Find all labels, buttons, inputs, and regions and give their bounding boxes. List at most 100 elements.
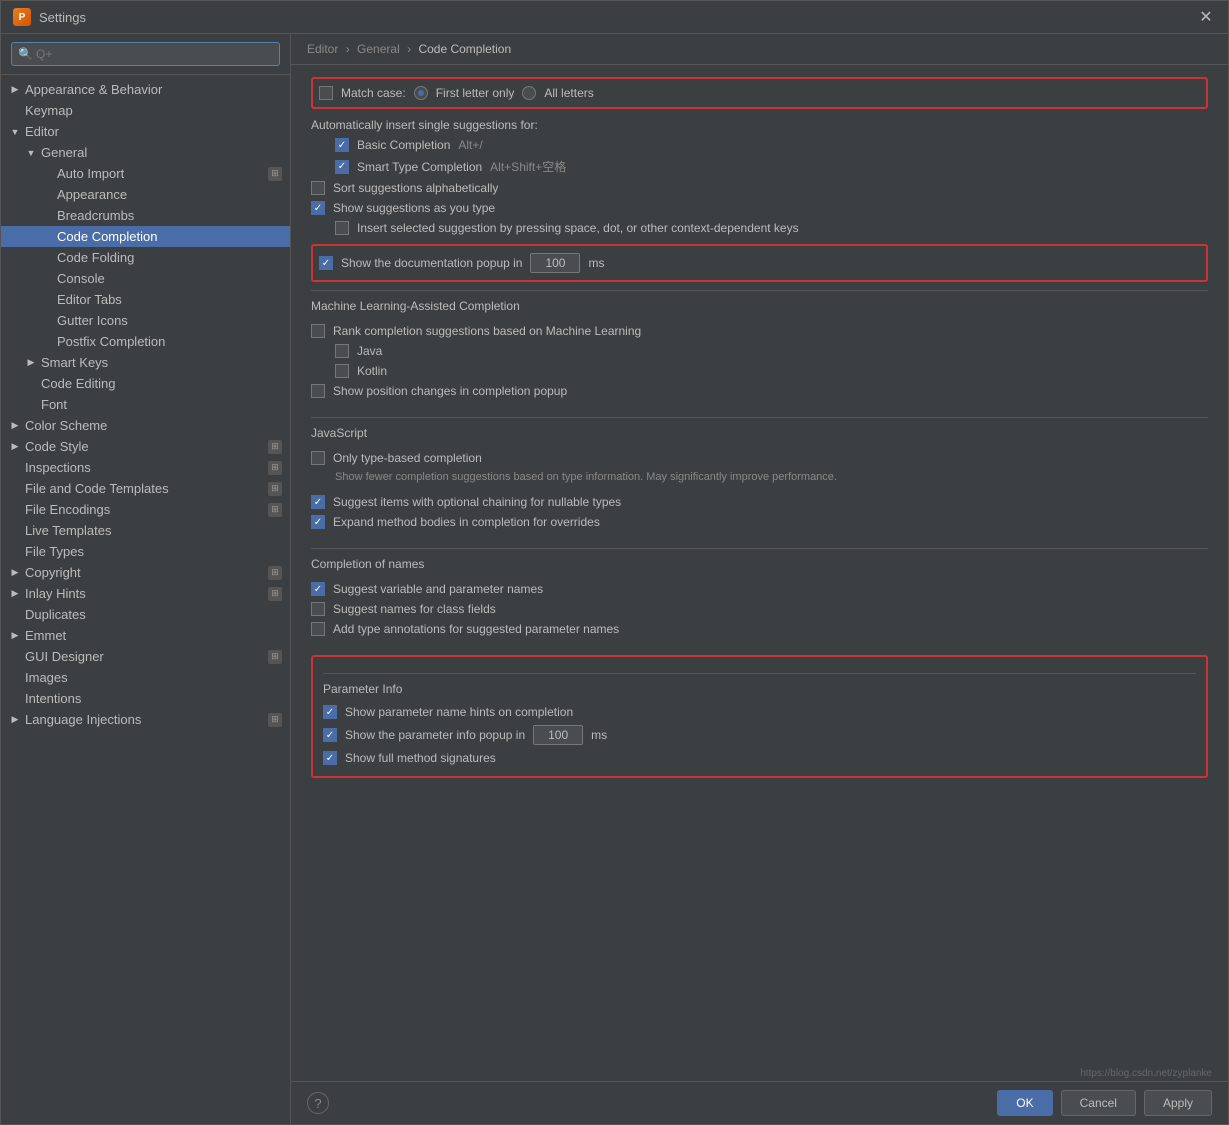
auto-insert-header: Automatically insert single suggestions … bbox=[311, 118, 538, 132]
ml-java-checkbox[interactable] bbox=[335, 344, 349, 358]
suggest-class-fields-checkbox[interactable] bbox=[311, 602, 325, 616]
match-case-row: Match case: First letter only All letter… bbox=[319, 83, 1200, 103]
suggest-class-fields-label: Suggest names for class fields bbox=[333, 602, 496, 616]
sidebar-item-keymap[interactable]: Keymap bbox=[1, 100, 290, 121]
sidebar-item-file-code-templates[interactable]: File and Code Templates ⊞ bbox=[1, 478, 290, 499]
smart-type-checkbox[interactable] bbox=[335, 160, 349, 174]
basic-completion-row: Basic Completion Alt+/ bbox=[311, 135, 1208, 155]
sidebar-item-breadcrumbs[interactable]: Breadcrumbs bbox=[1, 205, 290, 226]
badge-icon: ⊞ bbox=[268, 461, 282, 475]
badge-icon: ⊞ bbox=[268, 566, 282, 580]
insert-selected-row: Insert selected suggestion by pressing s… bbox=[311, 218, 1208, 238]
add-type-annotations-checkbox[interactable] bbox=[311, 622, 325, 636]
js-expand-method-checkbox[interactable] bbox=[311, 515, 325, 529]
sidebar-item-emmet[interactable]: ▶ Emmet bbox=[1, 625, 290, 646]
apply-button[interactable]: Apply bbox=[1144, 1090, 1212, 1116]
dialog-title: Settings bbox=[39, 10, 86, 25]
sidebar-item-inlay-hints[interactable]: ▶ Inlay Hints ⊞ bbox=[1, 583, 290, 604]
suggest-var-checkbox[interactable] bbox=[311, 582, 325, 596]
first-letter-radio[interactable] bbox=[414, 86, 428, 100]
sidebar-item-general[interactable]: ▼ General bbox=[1, 142, 290, 163]
badge-icon: ⊞ bbox=[268, 440, 282, 454]
sidebar-item-code-style[interactable]: ▶ Code Style ⊞ bbox=[1, 436, 290, 457]
arrow-icon: ▶ bbox=[9, 630, 21, 641]
sidebar-item-live-templates[interactable]: Live Templates bbox=[1, 520, 290, 541]
ml-position-checkbox[interactable] bbox=[311, 384, 325, 398]
sidebar-item-editor[interactable]: ▼ Editor bbox=[1, 121, 290, 142]
show-hints-checkbox[interactable] bbox=[323, 705, 337, 719]
ok-button[interactable]: OK bbox=[997, 1090, 1052, 1116]
ml-position-label: Show position changes in completion popu… bbox=[333, 384, 567, 398]
sidebar-item-console[interactable]: Console bbox=[1, 268, 290, 289]
ml-section: Machine Learning-Assisted Completion Ran… bbox=[311, 299, 1208, 401]
sidebar-item-gui-designer[interactable]: GUI Designer ⊞ bbox=[1, 646, 290, 667]
breadcrumb: Editor › General › Code Completion bbox=[291, 34, 1228, 65]
sort-alpha-checkbox[interactable] bbox=[311, 181, 325, 195]
settings-dialog: P Settings ✕ 🔍 ▶ Appearance & Behavior bbox=[0, 0, 1229, 1125]
basic-completion-shortcut: Alt+/ bbox=[458, 138, 482, 152]
content-area: Match case: First letter only All letter… bbox=[291, 65, 1228, 1062]
sidebar-item-smart-keys[interactable]: ▶ Smart Keys bbox=[1, 352, 290, 373]
cancel-button[interactable]: Cancel bbox=[1061, 1090, 1136, 1116]
sidebar-item-appearance[interactable]: Appearance bbox=[1, 184, 290, 205]
basic-completion-checkbox[interactable] bbox=[335, 138, 349, 152]
sidebar-item-duplicates[interactable]: Duplicates bbox=[1, 604, 290, 625]
ml-kotlin-checkbox[interactable] bbox=[335, 364, 349, 378]
sidebar-item-code-editing[interactable]: Code Editing bbox=[1, 373, 290, 394]
ml-rank-checkbox[interactable] bbox=[311, 324, 325, 338]
show-doc-popup-input[interactable] bbox=[530, 253, 580, 273]
sidebar-item-auto-import[interactable]: Auto Import ⊞ bbox=[1, 163, 290, 184]
search-box: 🔍 bbox=[1, 34, 290, 75]
sidebar-item-gutter-icons[interactable]: Gutter Icons bbox=[1, 310, 290, 331]
app-icon: P bbox=[13, 8, 31, 26]
breadcrumb-current: Code Completion bbox=[418, 42, 511, 56]
close-button[interactable]: ✕ bbox=[1196, 7, 1216, 27]
sidebar-item-language-injections[interactable]: ▶ Language Injections ⊞ bbox=[1, 709, 290, 730]
sidebar-item-code-completion[interactable]: Code Completion bbox=[1, 226, 290, 247]
sidebar-label: Gutter Icons bbox=[57, 313, 128, 328]
sidebar-item-appearance-behavior[interactable]: ▶ Appearance & Behavior bbox=[1, 79, 290, 100]
sidebar-item-editor-tabs[interactable]: Editor Tabs bbox=[1, 289, 290, 310]
sidebar-label: Auto Import bbox=[57, 166, 124, 181]
js-optional-chaining-checkbox[interactable] bbox=[311, 495, 325, 509]
sidebar-item-postfix-completion[interactable]: Postfix Completion bbox=[1, 331, 290, 352]
suggest-class-fields-row: Suggest names for class fields bbox=[311, 599, 1208, 619]
sidebar-item-intentions[interactable]: Intentions bbox=[1, 688, 290, 709]
all-letters-radio[interactable] bbox=[522, 86, 536, 100]
title-bar: P Settings ✕ bbox=[1, 1, 1228, 34]
show-popup-checkbox[interactable] bbox=[323, 728, 337, 742]
show-suggestions-checkbox[interactable] bbox=[311, 201, 325, 215]
help-button[interactable]: ? bbox=[307, 1092, 329, 1114]
ml-rank-label: Rank completion suggestions based on Mac… bbox=[333, 324, 641, 338]
watermark-text: https://blog.csdn.net/zyplanke bbox=[1072, 1066, 1220, 1081]
ml-rank-row: Rank completion suggestions based on Mac… bbox=[311, 321, 1208, 341]
first-letter-label: First letter only bbox=[436, 86, 515, 100]
sidebar-item-images[interactable]: Images bbox=[1, 667, 290, 688]
sidebar-item-file-types[interactable]: File Types bbox=[1, 541, 290, 562]
sidebar-item-color-scheme[interactable]: ▶ Color Scheme bbox=[1, 415, 290, 436]
parameter-info-section: Parameter Info Show parameter name hints… bbox=[311, 655, 1208, 778]
sidebar-item-file-encodings[interactable]: File Encodings ⊞ bbox=[1, 499, 290, 520]
show-popup-row: Show the parameter info popup in ms bbox=[323, 722, 1196, 748]
arrow-icon: ▶ bbox=[9, 441, 21, 452]
show-popup-input[interactable] bbox=[533, 725, 583, 745]
show-full-sig-checkbox[interactable] bbox=[323, 751, 337, 765]
sidebar-item-copyright[interactable]: ▶ Copyright ⊞ bbox=[1, 562, 290, 583]
sidebar-label: Live Templates bbox=[25, 523, 111, 538]
sidebar-item-code-folding[interactable]: Code Folding bbox=[1, 247, 290, 268]
insert-selected-checkbox[interactable] bbox=[335, 221, 349, 235]
smart-type-shortcut: Alt+Shift+空格 bbox=[490, 158, 566, 175]
js-type-based-desc-row: Show fewer completion suggestions based … bbox=[311, 468, 1208, 486]
search-input[interactable] bbox=[11, 42, 280, 66]
show-doc-popup-label: Show the documentation popup in bbox=[341, 256, 522, 270]
js-type-based-checkbox[interactable] bbox=[311, 451, 325, 465]
sidebar-label: Code Folding bbox=[57, 250, 134, 265]
match-case-checkbox[interactable] bbox=[319, 86, 333, 100]
js-type-based-label: Only type-based completion bbox=[333, 451, 482, 465]
sidebar-label: Intentions bbox=[25, 691, 81, 706]
show-suggestions-label: Show suggestions as you type bbox=[333, 201, 495, 215]
show-full-sig-label: Show full method signatures bbox=[345, 751, 496, 765]
show-doc-popup-checkbox[interactable] bbox=[319, 256, 333, 270]
sidebar-item-inspections[interactable]: Inspections ⊞ bbox=[1, 457, 290, 478]
sidebar-item-font[interactable]: Font bbox=[1, 394, 290, 415]
